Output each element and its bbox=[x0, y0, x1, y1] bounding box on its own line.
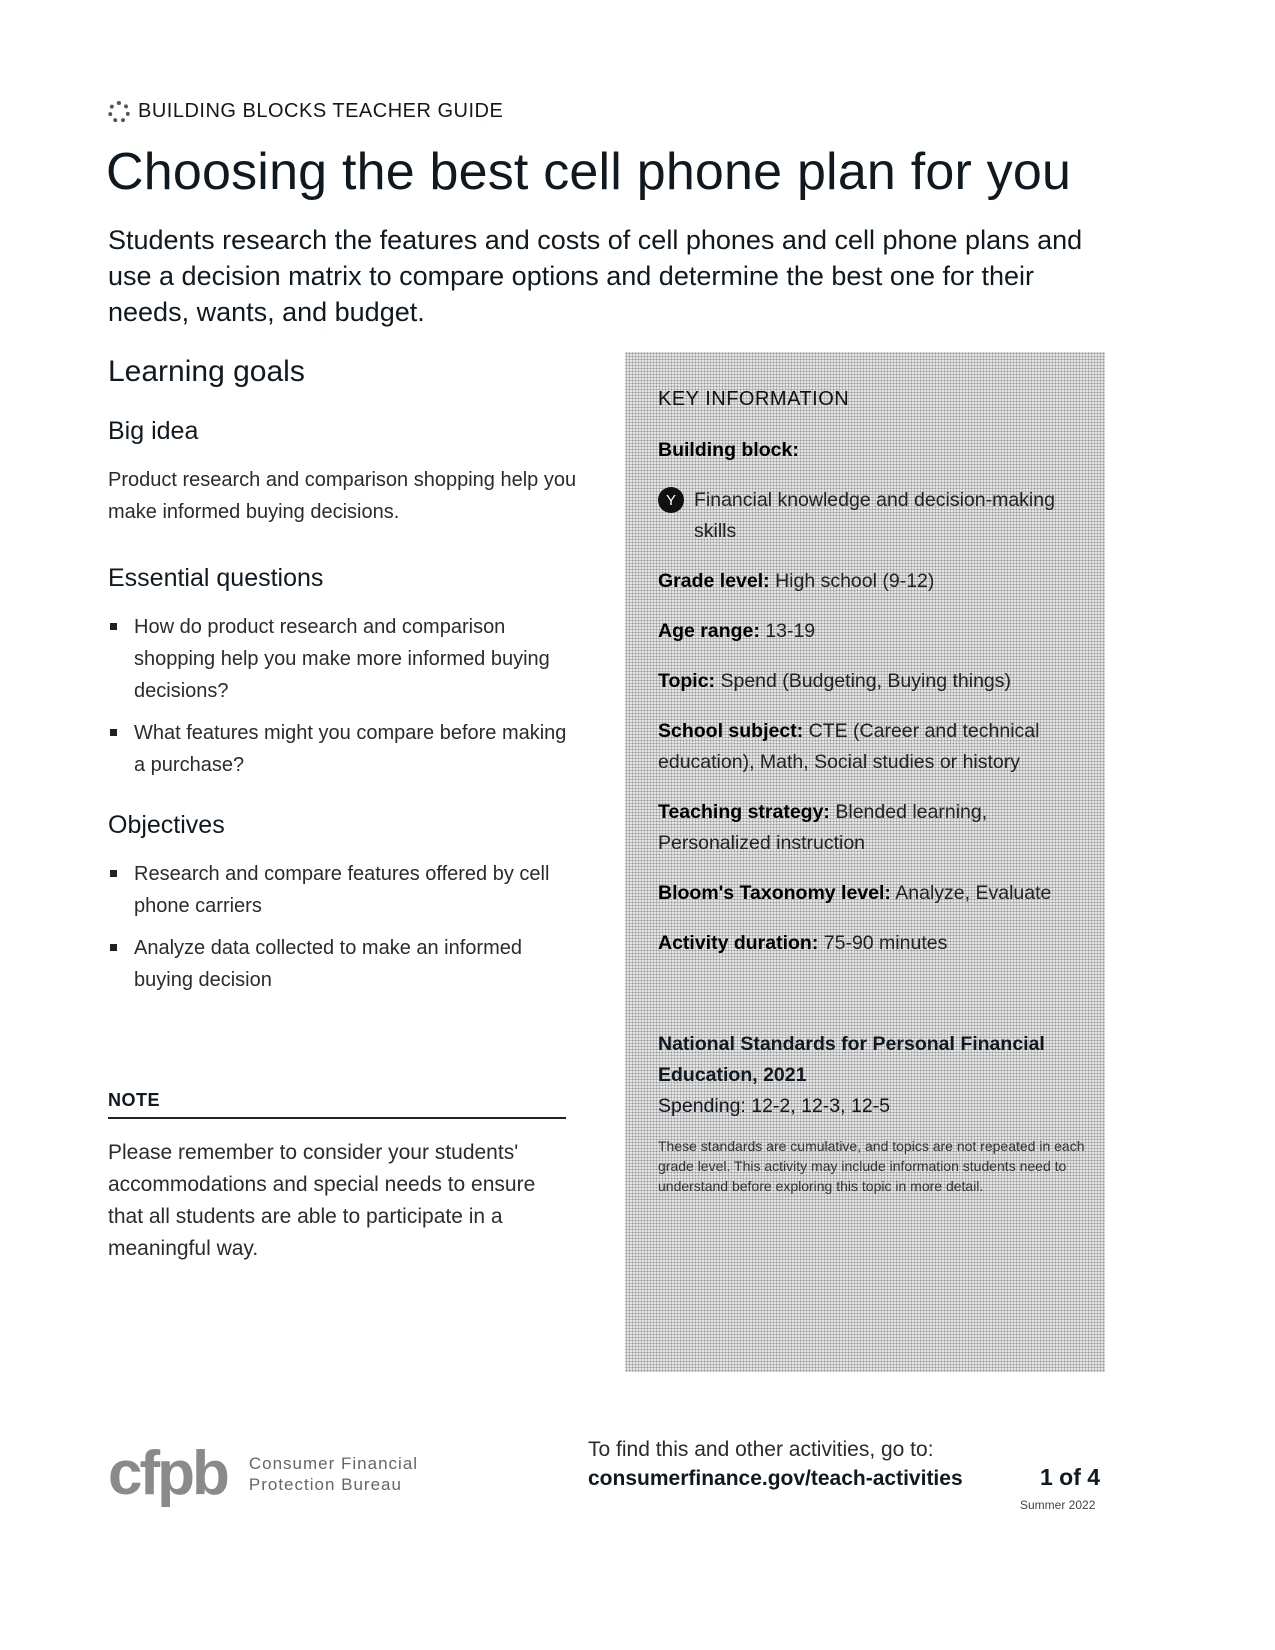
essential-questions-heading: Essential questions bbox=[108, 564, 324, 592]
list-item: Research and compare features offered by… bbox=[108, 858, 578, 922]
guide-kicker: BUILDING BLOCKS TEACHER GUIDE bbox=[108, 100, 503, 123]
list-item: How do product research and comparison s… bbox=[108, 611, 578, 707]
activities-link[interactable]: consumerfinance.gov/teach-activities bbox=[588, 1467, 963, 1490]
standards-value: Spending: 12-2, 12-3, 12-5 bbox=[658, 1095, 891, 1117]
edition-date: Summer 2022 bbox=[1020, 1498, 1096, 1512]
page-title: Choosing the best cell phone plan for yo… bbox=[106, 143, 1072, 201]
key-information-panel: KEY INFORMATION Building block: Y Financ… bbox=[625, 352, 1105, 1372]
kicker-text: BUILDING BLOCKS TEACHER GUIDE bbox=[138, 100, 504, 122]
building-block-value: Financial knowledge and decision-making … bbox=[694, 489, 1055, 542]
teaching-strategy: Teaching strategy: Blended learning, Per… bbox=[658, 801, 988, 854]
building-block-label: Building block: bbox=[658, 439, 799, 461]
school-subject: School subject: CTE (Career and technica… bbox=[658, 720, 1040, 773]
note-box: NOTE Please remember to consider your st… bbox=[108, 1090, 566, 1265]
objectives-list: Research and compare features offered by… bbox=[108, 858, 578, 996]
learning-goals-section: Learning goals Big idea Product research… bbox=[108, 355, 578, 1026]
note-text: Please remember to consider your student… bbox=[108, 1141, 536, 1260]
objectives-heading: Objectives bbox=[108, 811, 225, 839]
cfpb-logo-mark: cfpb bbox=[108, 1439, 230, 1508]
footer-cta: To find this and other activities, go to… bbox=[588, 1436, 963, 1494]
standards-block: National Standards for Personal Financia… bbox=[658, 1029, 1088, 1196]
list-item: What features might you compare before m… bbox=[108, 717, 578, 781]
building-blocks-logo-icon bbox=[108, 100, 130, 123]
learning-goals-heading: Learning goals bbox=[108, 355, 305, 388]
footer-lead: To find this and other activities, go to… bbox=[588, 1438, 934, 1461]
note-label: NOTE bbox=[108, 1090, 566, 1119]
activity-duration: Activity duration: 75-90 minutes bbox=[658, 932, 948, 954]
big-idea-heading: Big idea bbox=[108, 417, 199, 445]
age-range: Age range: 13-19 bbox=[658, 620, 816, 642]
grade-level: Grade level: High school (9-12) bbox=[658, 570, 935, 592]
big-idea-text: Product research and comparison shopping… bbox=[108, 469, 577, 523]
cfpb-logo-text: Consumer Financial Protection Bureau bbox=[248, 1453, 419, 1494]
topic: Topic: Spend (Budgeting, Buying things) bbox=[658, 670, 1011, 692]
lede-paragraph: Students research the features and costs… bbox=[108, 225, 1083, 327]
building-block-value-row: Y Financial knowledge and decision-makin… bbox=[658, 485, 1088, 547]
blooms-taxonomy-level: Bloom's Taxonomy level: Analyze, Evaluat… bbox=[658, 882, 1052, 904]
standards-title: National Standards for Personal Financia… bbox=[658, 1033, 1045, 1086]
branching-path-icon: Y bbox=[658, 487, 684, 513]
essential-questions-list: How do product research and comparison s… bbox=[108, 611, 578, 781]
standards-note: These standards are cumulative, and topi… bbox=[658, 1138, 1085, 1194]
page-number: 1 of 4 bbox=[1040, 1464, 1101, 1490]
key-information-heading: KEY INFORMATION bbox=[658, 388, 850, 410]
list-item: Analyze data collected to make an inform… bbox=[108, 932, 578, 996]
cfpb-logo: cfpb Consumer Financial Protection Burea… bbox=[108, 1438, 418, 1509]
